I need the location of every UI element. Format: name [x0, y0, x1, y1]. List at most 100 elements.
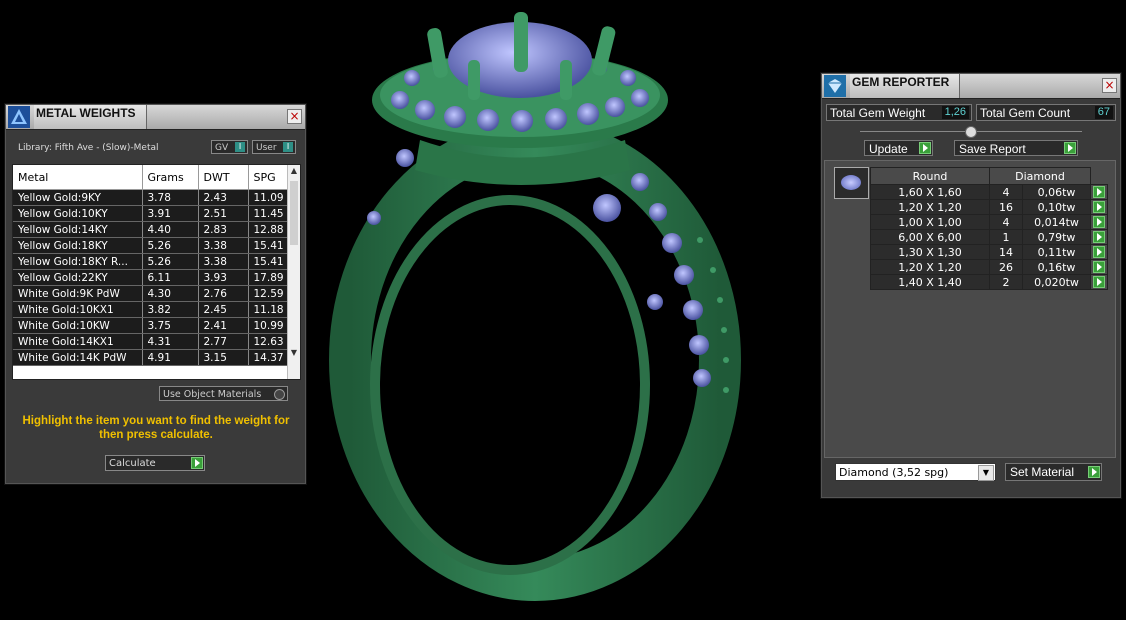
table-row[interactable]: White Gold:14K PdW 4.91 3.15 14.37 [13, 349, 300, 366]
cell-grams: 3.75 [142, 317, 199, 334]
panel-title: METAL WEIGHTS [34, 105, 147, 129]
col-shape: Round [870, 167, 990, 185]
update-label: Update [869, 142, 908, 156]
metal-table-container[interactable]: Metal Grams DWT SPG Yellow Gold:9KY 3.78 2… [12, 164, 301, 380]
cell-grams: 4.31 [142, 333, 199, 350]
gem-row[interactable]: 1,60 X 1,60 4 0,06tw [870, 184, 1108, 200]
user-toggle[interactable]: User I [252, 140, 296, 154]
panel-title: GEM REPORTER [850, 74, 961, 98]
scroll-up-icon[interactable]: ▲ [288, 165, 300, 177]
set-material-button[interactable]: Set Material [1005, 463, 1102, 481]
save-report-button[interactable]: Save Report [954, 140, 1078, 156]
play-arrow-icon [1088, 466, 1100, 478]
play-arrow-icon [1092, 231, 1105, 243]
report-slider[interactable] [860, 126, 1082, 138]
table-row[interactable]: Yellow Gold:9KY 3.78 2.43 11.09 [13, 189, 300, 206]
cell-dwt: 2.76 [198, 285, 249, 302]
cell-dwt: 2.43 [198, 189, 249, 206]
gem-row[interactable]: 1,30 X 1,30 14 0,11tw [870, 244, 1108, 260]
gem-row-action[interactable] [1090, 184, 1108, 200]
total-gem-weight: Total Gem Weight 1,26 [826, 104, 972, 121]
gem-row-action[interactable] [1090, 274, 1108, 290]
table-row[interactable]: Yellow Gold:22KY 6.11 3.93 17.89 [13, 269, 300, 286]
metal-weights-titlebar[interactable]: METAL WEIGHTS × [6, 105, 305, 130]
cell-metal: Yellow Gold:14KY [13, 221, 143, 238]
gem-row-action[interactable] [1090, 199, 1108, 215]
vertical-scrollbar[interactable]: ▲ ▼ [287, 165, 300, 379]
gem-reporter-titlebar[interactable]: GEM REPORTER × [822, 74, 1120, 99]
gem-row[interactable]: 1,20 X 1,20 16 0,10tw [870, 199, 1108, 215]
total-gem-count-label: Total Gem Count [980, 106, 1071, 120]
cell-dwt: 3.38 [198, 237, 249, 254]
cell-grams: 3.91 [142, 205, 199, 222]
cell-weight: 0,020tw [1022, 274, 1091, 290]
app-logo-icon [8, 106, 30, 128]
toggle-indicator-icon: I [235, 142, 245, 152]
table-row[interactable]: Yellow Gold:18KY 5.26 3.38 15.41 [13, 237, 300, 254]
cell-metal: Yellow Gold:22KY [13, 269, 143, 286]
scroll-thumb[interactable] [290, 181, 298, 245]
instruction-text: Highlight the item you want to find the … [22, 415, 290, 441]
table-row[interactable]: Yellow Gold:14KY 4.40 2.83 12.88 [13, 221, 300, 238]
cell-metal: Yellow Gold:18KY [13, 237, 143, 254]
play-arrow-icon [1092, 261, 1105, 273]
table-row[interactable]: White Gold:10KW 3.75 2.41 10.99 [13, 317, 300, 334]
gem-row-action[interactable] [1090, 229, 1108, 245]
update-button[interactable]: Update [864, 140, 933, 156]
cell-metal: White Gold:9K PdW [13, 285, 143, 302]
total-gem-weight-value: 1,26 [941, 106, 969, 119]
cell-grams: 4.91 [142, 349, 199, 366]
cell-size: 1,60 X 1,60 [870, 184, 990, 200]
gem-table-header: Round Diamond [870, 167, 1108, 185]
material-select[interactable]: Diamond (3,52 spg) ▼ [835, 463, 996, 481]
table-row[interactable]: White Gold:14KX1 4.31 2.77 12.63 [13, 333, 300, 350]
table-row[interactable]: Yellow Gold:18KY R... 5.26 3.38 15.41 [13, 253, 300, 270]
cell-weight: 0,10tw [1022, 199, 1091, 215]
gem-row[interactable]: 1,40 X 1,40 2 0,020tw [870, 274, 1108, 290]
gem-list[interactable]: Round Diamond 1,60 X 1,60 4 0,06tw 1,20 X 1… [824, 160, 1116, 458]
cell-grams: 4.40 [142, 221, 199, 238]
gem-row-action[interactable] [1090, 214, 1108, 230]
table-row[interactable]: Yellow Gold:10KY 3.91 2.51 11.45 [13, 205, 300, 222]
table-row[interactable]: White Gold:10KX1 3.82 2.45 11.18 [13, 301, 300, 318]
gem-row[interactable]: 1,20 X 1,20 26 0,16tw [870, 259, 1108, 275]
close-icon[interactable]: × [1102, 78, 1117, 93]
gem-table: Round Diamond 1,60 X 1,60 4 0,06tw 1,20 X 1… [870, 167, 1108, 290]
cell-metal: Yellow Gold:9KY [13, 189, 143, 206]
table-row[interactable]: White Gold:9K PdW 4.30 2.76 12.59 [13, 285, 300, 302]
slider-knob[interactable] [965, 126, 977, 138]
library-label: Library: Fifth Ave - (Slow)-Metal [18, 143, 159, 153]
gem-row[interactable]: 6,00 X 6,00 1 0,79tw [870, 229, 1108, 245]
use-object-materials-toggle[interactable]: Use Object Materials [159, 386, 288, 401]
save-report-label: Save Report [959, 142, 1026, 156]
col-dwt[interactable]: DWT [198, 165, 249, 190]
col-grams[interactable]: Grams [142, 165, 199, 190]
cell-weight: 0,79tw [1022, 229, 1091, 245]
gem-thumbnail-icon[interactable] [834, 167, 869, 199]
user-toggle-label: User [256, 143, 277, 153]
gem-row[interactable]: 1,00 X 1,00 4 0,014tw [870, 214, 1108, 230]
cell-dwt: 2.51 [198, 205, 249, 222]
col-metal[interactable]: Metal [13, 165, 143, 190]
play-arrow-icon [1092, 201, 1105, 213]
dropdown-arrow-icon[interactable]: ▼ [978, 465, 994, 481]
cell-size: 1,20 X 1,20 [870, 259, 990, 275]
gem-reporter-logo-icon [824, 75, 846, 97]
gv-toggle[interactable]: GV I [211, 140, 248, 154]
cell-grams: 6.11 [142, 269, 199, 286]
cell-count: 1 [989, 229, 1023, 245]
total-gem-count-value: 67 [1094, 106, 1113, 119]
gem-row-action[interactable] [1090, 259, 1108, 275]
close-icon[interactable]: × [287, 109, 302, 124]
cell-weight: 0,11tw [1022, 244, 1091, 260]
scroll-down-icon[interactable]: ▼ [288, 347, 300, 359]
cell-size: 6,00 X 6,00 [870, 229, 990, 245]
gem-row-action[interactable] [1090, 244, 1108, 260]
cell-grams: 5.26 [142, 237, 199, 254]
cell-metal: White Gold:14KX1 [13, 333, 143, 350]
cell-size: 1,40 X 1,40 [870, 274, 990, 290]
cell-dwt: 3.15 [198, 349, 249, 366]
calculate-button[interactable]: Calculate [105, 455, 205, 471]
cell-weight: 0,06tw [1022, 184, 1091, 200]
col-material: Diamond [989, 167, 1091, 185]
